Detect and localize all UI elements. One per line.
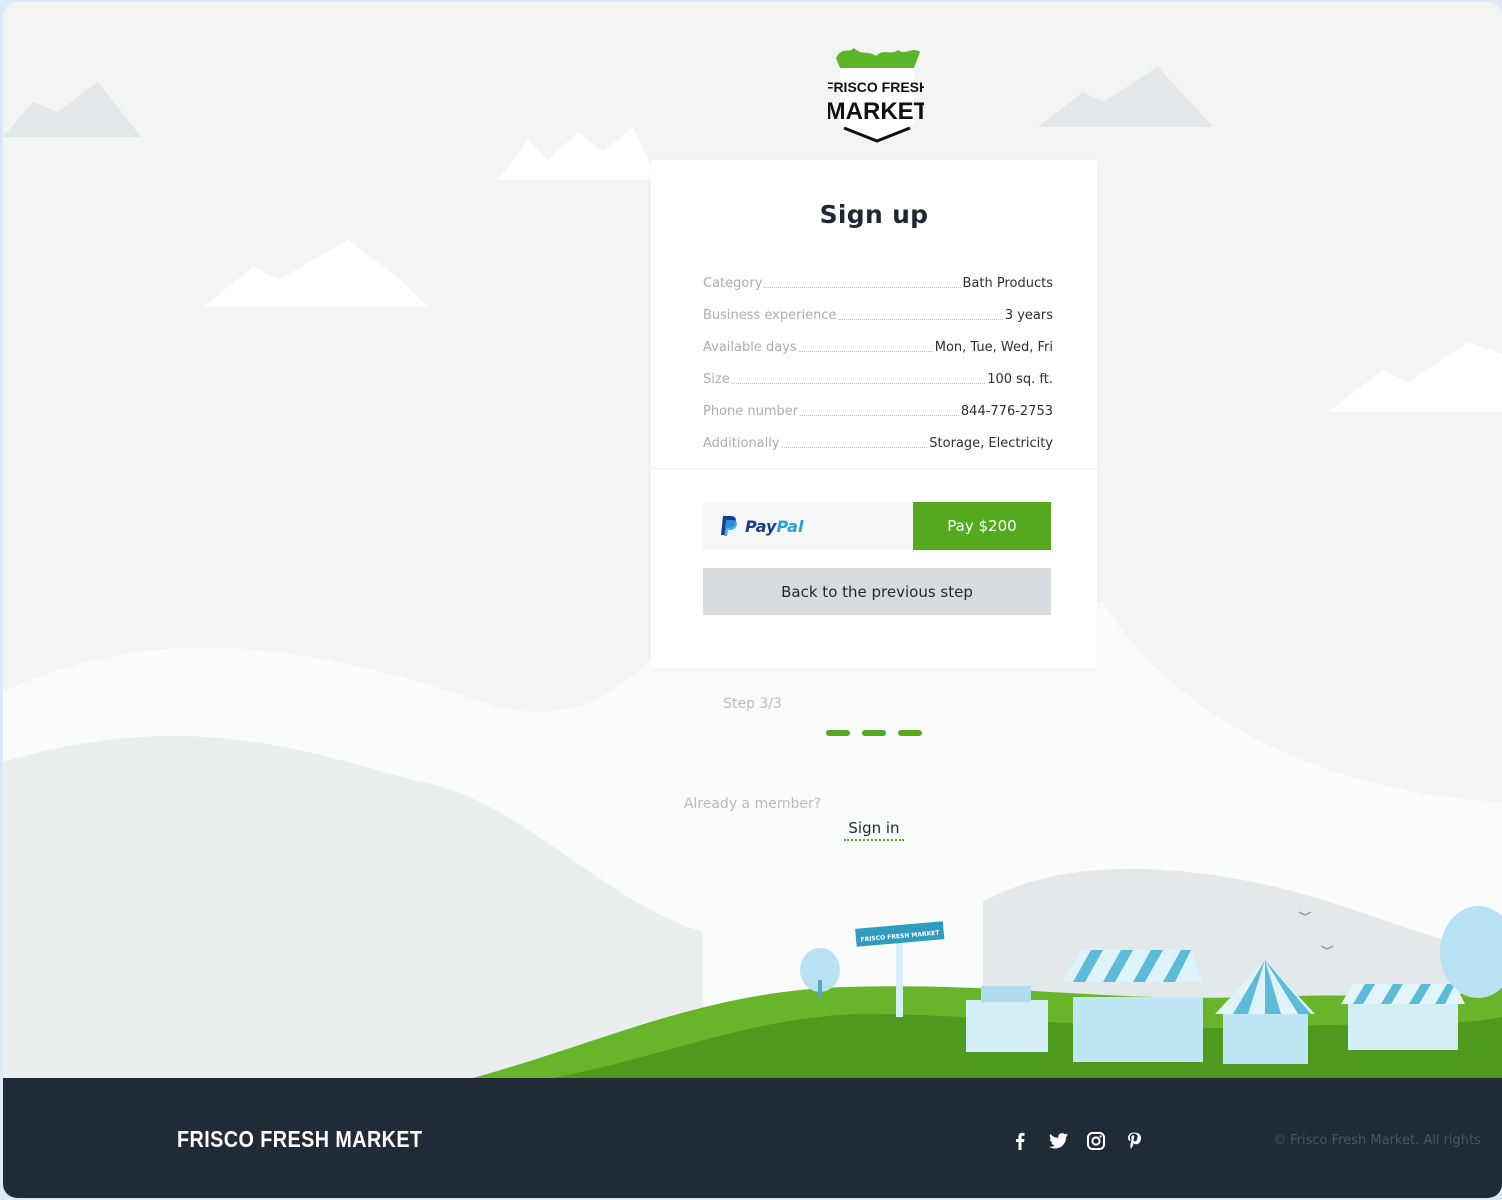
paypal-wordmark-part1: Pay <box>745 516 777 536</box>
member-question: Already a member? <box>683 796 822 812</box>
dot-leader <box>764 287 961 288</box>
summary-value: Storage, Electricity <box>929 436 1053 451</box>
paypal-wordmark: PayPal <box>745 517 803 536</box>
paypal-option[interactable]: PayPal <box>703 502 913 550</box>
summary-value: Mon, Tue, Wed, Fri <box>934 340 1053 355</box>
dot-leader <box>798 351 933 352</box>
paypal-icon <box>721 516 737 536</box>
summary-label: Category <box>703 276 763 291</box>
summary-label: Size <box>703 372 730 387</box>
summary-row-size: Size 100 sq. ft. <box>703 356 1053 388</box>
summary-row-additionally: Additionally Storage, Electricity <box>703 420 1053 452</box>
summary-label: Business experience <box>703 308 837 323</box>
step-dash-1 <box>826 730 850 736</box>
summary-row-phone: Phone number 844-776-2753 <box>703 388 1053 420</box>
pinterest-icon[interactable] <box>1123 1130 1145 1152</box>
dot-leader <box>731 383 986 384</box>
summary-label: Available days <box>703 340 797 355</box>
summary-row-experience: Business experience 3 years <box>703 292 1053 324</box>
logo-line2: MARKET <box>828 98 924 125</box>
market-logo: FRISCO FRESH MARKET <box>828 48 924 143</box>
dot-leader <box>781 447 928 448</box>
facebook-icon[interactable] <box>1009 1130 1031 1152</box>
dot-leader <box>838 319 1003 320</box>
step-dash-2 <box>862 730 886 736</box>
social-links <box>1009 1130 1161 1152</box>
step-progress <box>823 730 923 736</box>
payment-box: PayPal Pay $200 <box>703 502 1051 550</box>
step-dash-3 <box>898 730 922 736</box>
step-label: Step 3/3 <box>723 696 782 712</box>
summary-value: 100 sq. ft. <box>987 372 1053 387</box>
signup-card: Sign up Category Bath Products Business … <box>651 160 1097 668</box>
summary-value: 844-776-2753 <box>960 404 1053 419</box>
summary-row-days: Available days Mon, Tue, Wed, Fri <box>703 324 1053 356</box>
footer: FRISCO FRESH MARKET © Frisco Fresh Marke… <box>3 1078 1502 1198</box>
dot-leader <box>800 415 959 416</box>
card-title: Sign up <box>819 200 929 229</box>
summary-value: 3 years <box>1004 308 1053 323</box>
summary-label: Phone number <box>703 404 799 419</box>
page: FRISCO FRESH MARKET FRISCO FRESH MARKET … <box>3 2 1502 1198</box>
footer-brand: FRISCO FRESH MARKET <box>177 1126 423 1152</box>
summary-list: Category Bath Products Business experien… <box>703 260 1053 452</box>
copyright-text: © Frisco Fresh Market. All rights <box>1273 1133 1481 1148</box>
paypal-wordmark-part2: Pal <box>776 516 804 536</box>
card-divider <box>651 468 1097 469</box>
summary-label: Additionally <box>703 436 780 451</box>
summary-row-category: Category Bath Products <box>703 260 1053 292</box>
back-button[interactable]: Back to the previous step <box>703 568 1051 615</box>
instagram-icon[interactable] <box>1085 1130 1107 1152</box>
logo-line1: FRISCO FRESH <box>828 79 924 95</box>
summary-value: Bath Products <box>962 276 1054 291</box>
pay-button[interactable]: Pay $200 <box>913 502 1051 550</box>
sign-in-link[interactable]: Sign in <box>844 819 904 841</box>
twitter-icon[interactable] <box>1047 1130 1069 1152</box>
